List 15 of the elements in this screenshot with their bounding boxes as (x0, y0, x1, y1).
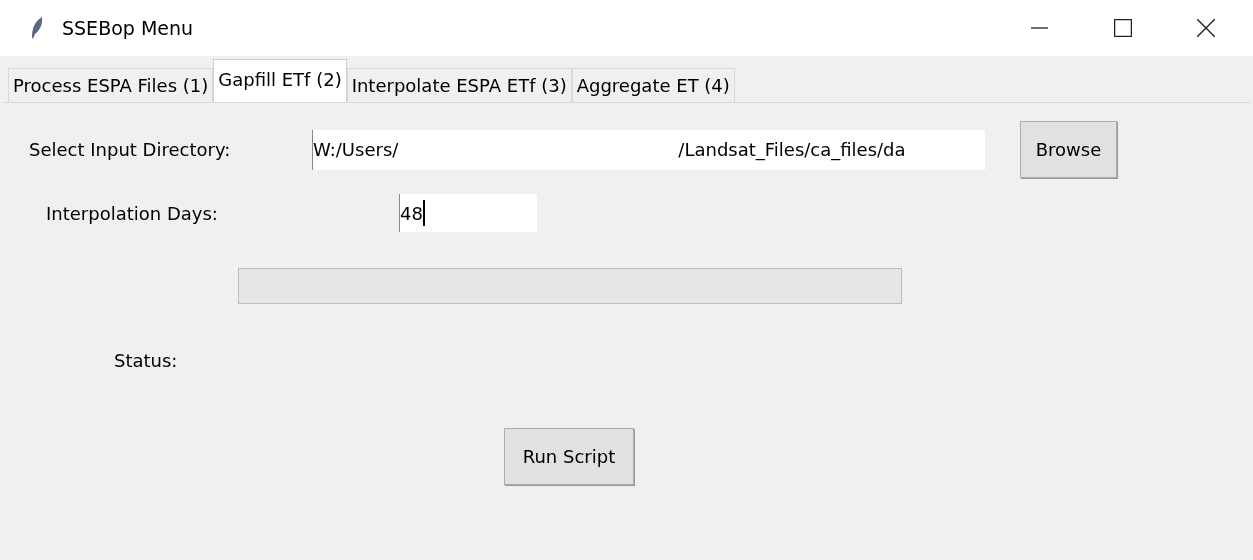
tab[interactable]: Gapfill ETf (2) (213, 59, 347, 102)
tab[interactable]: Process ESPA Files (1) (8, 68, 214, 102)
maximize-icon[interactable] (1114, 19, 1132, 37)
directory-input-field[interactable]: W:/Users/ /Landsat_Files/ca_files/da (312, 129, 985, 170)
field-label: Interpolation Days: (46, 202, 219, 224)
close-icon[interactable] (1197, 19, 1215, 37)
window-title: SSEBop Menu (62, 17, 194, 39)
run-script-button[interactable]: Run Script (504, 428, 634, 485)
browse-button[interactable]: Browse (1020, 121, 1117, 178)
days-input-field[interactable]: 48 (399, 194, 537, 232)
status-label: Status: (114, 350, 178, 371)
field-label: Select Input Directory: (29, 139, 232, 160)
tab[interactable]: Interpolate ESPA ETf (3) (346, 68, 572, 102)
tab[interactable]: Aggregate ET (4) (571, 68, 735, 102)
feather-icon (30, 16, 44, 40)
